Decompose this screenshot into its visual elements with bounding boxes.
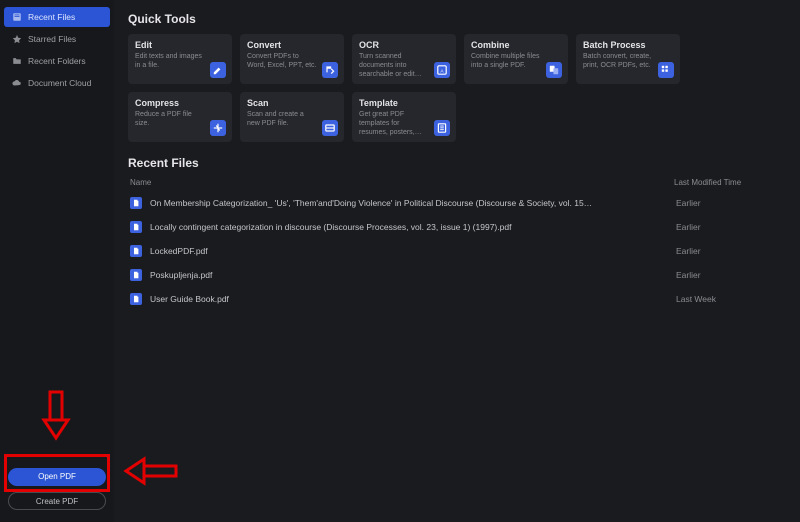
file-name: User Guide Book.pdf [150,294,676,304]
sidebar: Recent Files Starred Files Recent Folder… [0,0,114,522]
tool-title: Batch Process [583,40,673,50]
file-time: Earlier [676,198,786,208]
tool-title: Template [359,98,449,108]
column-time: Last Modified Time [674,178,784,187]
pdf-file-icon [130,269,142,281]
file-name: Locally contingent categorization in dis… [150,222,676,232]
sidebar-item-label: Recent Files [28,12,75,22]
tool-card-template[interactable]: Template Get great PDF templates for resu… [352,92,456,142]
file-time: Earlier [676,222,786,232]
file-row[interactable]: LockedPDF.pdfEarlier [128,239,786,263]
sidebar-item-starred-files[interactable]: Starred Files [4,29,110,49]
file-time: Last Week [676,294,786,304]
tool-title: Convert [247,40,337,50]
file-name: LockedPDF.pdf [150,246,676,256]
folder-icon [12,56,22,66]
tool-card-scan[interactable]: Scan Scan and create a new PDF file. [240,92,344,142]
tool-desc: Get great PDF templates for resumes, pos… [359,110,429,137]
tool-card-batch-process[interactable]: Batch Process Batch convert, create, prin… [576,34,680,84]
tool-card-ocr[interactable]: OCR Turn scanned documents into searchabl… [352,34,456,84]
tool-title: Combine [471,40,561,50]
tool-card-edit[interactable]: Edit Edit texts and images in a file. [128,34,232,84]
star-icon [12,34,22,44]
recent-files-list: On Membership Categorization_ 'Us', 'The… [128,191,786,311]
quick-tools-grid: Edit Edit texts and images in a file. Conv… [128,34,786,142]
combine-icon [546,62,562,78]
tool-title: Compress [135,98,225,108]
tool-title: Scan [247,98,337,108]
tool-desc: Reduce a PDF file size. [135,110,205,128]
tool-card-compress[interactable]: Compress Reduce a PDF file size. [128,92,232,142]
convert-icon [322,62,338,78]
tool-desc: Turn scanned documents into searchable o… [359,52,429,79]
pdf-file-icon [130,197,142,209]
file-name: Poskupljenja.pdf [150,270,676,280]
file-name: On Membership Categorization_ 'Us', 'The… [150,198,676,208]
file-row[interactable]: Locally contingent categorization in dis… [128,215,786,239]
file-time: Earlier [676,246,786,256]
tool-desc: Scan and create a new PDF file. [247,110,317,128]
sidebar-item-label: Recent Folders [28,56,86,66]
edit-icon [210,62,226,78]
column-name: Name [130,178,674,187]
batch-icon [658,62,674,78]
sidebar-item-document-cloud[interactable]: Document Cloud [4,73,110,93]
file-row[interactable]: Poskupljenja.pdfEarlier [128,263,786,287]
pdf-file-icon [130,221,142,233]
sidebar-item-label: Starred Files [28,34,76,44]
file-row[interactable]: On Membership Categorization_ 'Us', 'The… [128,191,786,215]
tool-title: Edit [135,40,225,50]
tool-desc: Convert PDFs to Word, Excel, PPT, etc. [247,52,317,70]
recent-icon [12,12,22,22]
pdf-file-icon [130,293,142,305]
tool-title: OCR [359,40,449,50]
tool-desc: Edit texts and images in a file. [135,52,205,70]
cloud-icon [12,78,22,88]
files-header: Name Last Modified Time [128,178,786,191]
sidebar-item-label: Document Cloud [28,78,91,88]
svg-text:A: A [440,68,444,74]
scan-icon [322,120,338,136]
quick-tools-title: Quick Tools [128,12,786,26]
sidebar-item-recent-files[interactable]: Recent Files [4,7,110,27]
tool-card-convert[interactable]: Convert Convert PDFs to Word, Excel, PPT,… [240,34,344,84]
tool-card-combine[interactable]: Combine Combine multiple files into a sin… [464,34,568,84]
compress-icon [210,120,226,136]
sidebar-item-recent-folders[interactable]: Recent Folders [4,51,110,71]
ocr-icon: A [434,62,450,78]
open-pdf-button[interactable]: Open PDF [8,468,106,486]
file-time: Earlier [676,270,786,280]
tool-desc: Batch convert, create, print, OCR PDFs, … [583,52,653,70]
main-panel: Quick Tools Edit Edit texts and images in… [114,0,800,522]
pdf-file-icon [130,245,142,257]
recent-files-title: Recent Files [128,156,786,170]
tool-desc: Combine multiple files into a single PDF… [471,52,541,70]
file-row[interactable]: User Guide Book.pdfLast Week [128,287,786,311]
create-pdf-button[interactable]: Create PDF [8,492,106,510]
template-icon [434,120,450,136]
